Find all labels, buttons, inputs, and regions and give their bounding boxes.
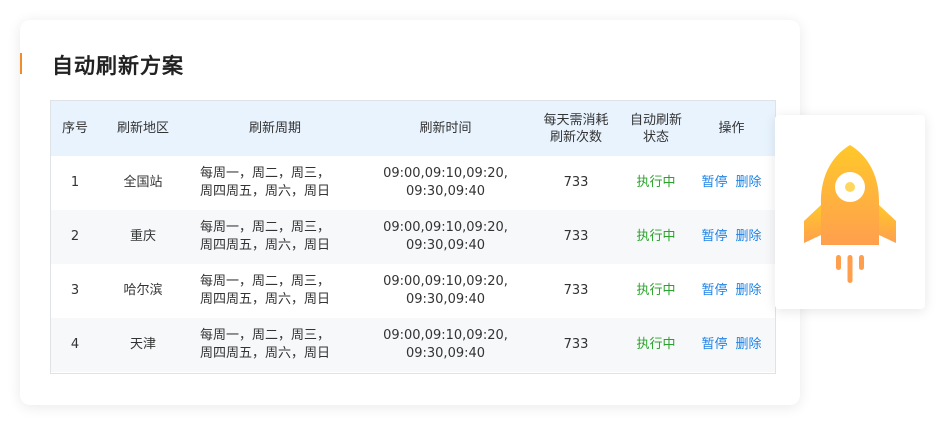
- cell-region: 哈尔滨: [123, 283, 163, 298]
- table-row: 2 重庆 每周一，周二，周三， 周四周五，周六，周日 09:00,09:10,09…: [51, 210, 775, 264]
- delete-button[interactable]: 删除: [736, 175, 762, 190]
- cell-region: 重庆: [129, 229, 156, 244]
- cell-index: 1: [70, 175, 80, 190]
- cell-period: 每周一，周二，周三， 周四周五，周六，周日: [200, 220, 331, 253]
- cell-count: 733: [563, 175, 589, 190]
- cell-actions: 暂停 删除: [688, 318, 775, 372]
- cell-status: 执行中: [636, 337, 676, 352]
- pause-button[interactable]: 暂停: [701, 337, 727, 352]
- cell-index: 4: [70, 337, 80, 352]
- cell-status: 执行中: [636, 229, 676, 244]
- table-row: 1 全国站 每周一，周二，周三， 周四周五，周六，周日 09:00,09:10,0…: [51, 156, 775, 210]
- header-time: 刷新时间: [419, 121, 472, 136]
- header-index: 序号: [61, 121, 88, 136]
- refresh-plan-panel: 自动刷新方案 序号 刷新地区 刷新周期 刷新时间 每天需消耗 刷新次数 自动刷新状…: [20, 20, 800, 405]
- cell-actions: 暂停 删除: [688, 156, 775, 210]
- pause-button[interactable]: 暂停: [701, 175, 727, 190]
- delete-button[interactable]: 删除: [736, 283, 762, 298]
- panel-title: 自动刷新方案: [52, 54, 184, 78]
- cell-time: 09:00,09:10,09:20, 09:30,09:40: [383, 166, 508, 199]
- title-accent-bar: [20, 53, 22, 74]
- cell-time: 09:00,09:10,09:20, 09:30,09:40: [383, 220, 508, 253]
- header-actions: 操作: [718, 121, 745, 136]
- rocket-icon: [804, 145, 896, 283]
- cell-index: 3: [70, 283, 80, 298]
- cell-period: 每周一，周二，周三， 周四周五，周六，周日: [200, 274, 331, 307]
- cell-region: 全国站: [123, 175, 163, 190]
- table-row: 4 天津 每周一，周二，周三， 周四周五，周六，周日 09:00,09:10,09…: [51, 318, 775, 372]
- delete-button[interactable]: 删除: [736, 229, 762, 244]
- header-region: 刷新地区: [116, 121, 169, 136]
- cell-period: 每周一，周二，周三， 周四周五，周六，周日: [200, 166, 331, 199]
- header-daily-count: 每天需消耗 刷新次数: [543, 112, 609, 145]
- cell-time: 09:00,09:10,09:20, 09:30,09:40: [383, 328, 508, 361]
- refresh-plan-table-wrapper: 序号 刷新地区 刷新周期 刷新时间 每天需消耗 刷新次数 自动刷新 状态 操作 1 …: [50, 100, 776, 374]
- cell-period: 每周一，周二，周三， 周四周五，周六，周日: [200, 328, 331, 361]
- cell-region: 天津: [129, 337, 156, 352]
- cell-count: 733: [563, 283, 589, 298]
- cell-time: 09:00,09:10,09:20, 09:30,09:40: [383, 274, 508, 307]
- table-row: 3 哈尔滨 每周一，周二，周三， 周四周五，周六，周日 09:00,09:10,0…: [51, 264, 775, 318]
- pause-button[interactable]: 暂停: [701, 229, 727, 244]
- cell-actions: 暂停 删除: [688, 264, 775, 318]
- header-status: 自动刷新 状态: [629, 112, 682, 145]
- delete-button[interactable]: 删除: [736, 337, 762, 352]
- rocket-card: [775, 115, 925, 309]
- cell-actions: 暂停 删除: [688, 210, 775, 264]
- table-header-row: 序号 刷新地区 刷新周期 刷新时间 每天需消耗 刷新次数 自动刷新 状态 操作: [51, 101, 775, 156]
- cell-status: 执行中: [636, 175, 676, 190]
- pause-button[interactable]: 暂停: [701, 283, 727, 298]
- cell-count: 733: [563, 229, 589, 244]
- refresh-plan-table: 序号 刷新地区 刷新周期 刷新时间 每天需消耗 刷新次数 自动刷新 状态 操作 1 …: [51, 101, 775, 372]
- cell-count: 733: [563, 337, 589, 352]
- cell-status: 执行中: [636, 283, 676, 298]
- cell-index: 2: [70, 229, 80, 244]
- header-period: 刷新周期: [248, 121, 301, 136]
